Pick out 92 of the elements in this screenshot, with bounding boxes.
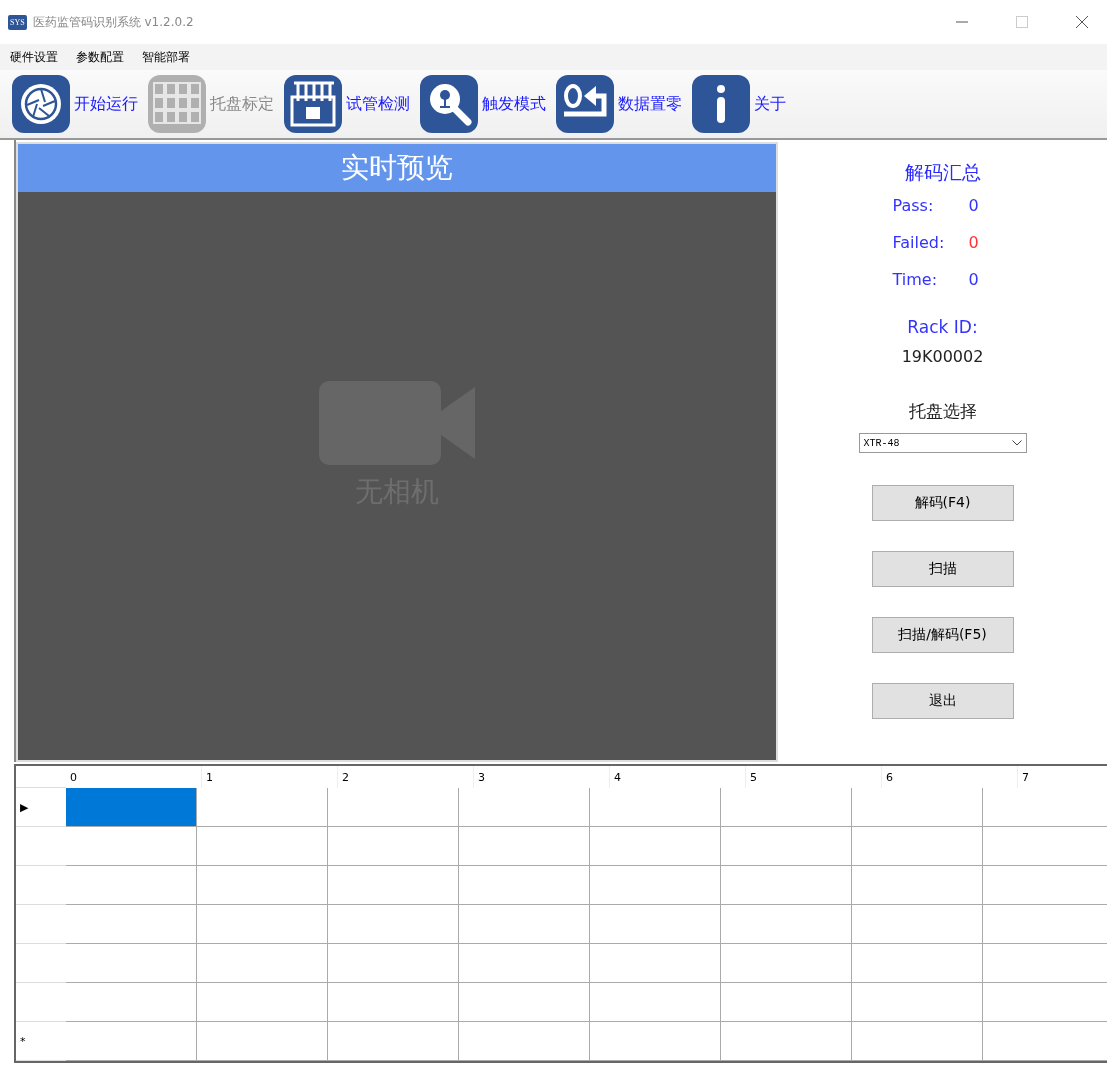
table-cell[interactable] xyxy=(197,983,328,1022)
table-cell[interactable] xyxy=(66,827,197,866)
table-cell[interactable] xyxy=(852,905,983,944)
stat-value: 0 xyxy=(968,233,979,252)
aperture-icon[interactable] xyxy=(12,75,70,133)
table-cell[interactable] xyxy=(66,866,197,905)
info-icon[interactable] xyxy=(692,75,750,133)
toolbar-label[interactable]: 开始运行 xyxy=(74,93,138,115)
menu-item[interactable]: 智能部署 xyxy=(138,46,194,68)
table-cell[interactable] xyxy=(66,944,197,983)
column-header[interactable]: 5 xyxy=(750,770,757,784)
table-cell[interactable] xyxy=(590,827,721,866)
table-cell[interactable] xyxy=(197,788,328,827)
table-cell[interactable] xyxy=(66,1022,197,1061)
action-button[interactable]: 扫描/解码(F5) xyxy=(871,617,1014,653)
table-cell[interactable] xyxy=(590,866,721,905)
action-button[interactable]: 扫描 xyxy=(871,551,1014,587)
tray-select-label: 托盘选择 xyxy=(908,400,977,423)
column-header[interactable]: 7 xyxy=(1022,770,1029,784)
row-marker: * xyxy=(20,1034,26,1048)
toolbar-label[interactable]: 关于 xyxy=(754,93,786,115)
stat-label: Failed: xyxy=(892,233,946,252)
table-cell[interactable] xyxy=(328,944,459,983)
close-icon[interactable] xyxy=(1075,15,1089,29)
dropdown-caret-icon xyxy=(1011,440,1022,446)
app-logo: SYS xyxy=(8,14,27,30)
preview-header: 实时预览 xyxy=(18,144,776,192)
toolbar-label[interactable]: 触发模式 xyxy=(482,93,546,115)
table-cell[interactable] xyxy=(721,1022,852,1061)
stat-value: 0 xyxy=(968,196,979,215)
table-cell[interactable] xyxy=(197,866,328,905)
action-button[interactable]: 退出 xyxy=(871,683,1014,719)
maximize-icon[interactable] xyxy=(1015,15,1029,29)
table-cell[interactable] xyxy=(590,1022,721,1061)
table-cell[interactable] xyxy=(459,827,590,866)
magnifier-icon[interactable] xyxy=(420,75,478,133)
column-header[interactable]: 0 xyxy=(70,770,77,784)
table-cell[interactable] xyxy=(721,866,852,905)
table-cell[interactable] xyxy=(459,1022,590,1061)
table-cell[interactable] xyxy=(197,827,328,866)
column-header[interactable]: 3 xyxy=(478,770,485,784)
rack-id-value: 19K00002 xyxy=(901,347,984,366)
table-cell[interactable] xyxy=(459,983,590,1022)
column-header[interactable]: 6 xyxy=(886,770,893,784)
stat-label: Pass: xyxy=(892,196,935,215)
toolbar-label[interactable]: 数据置零 xyxy=(618,93,682,115)
table-cell[interactable] xyxy=(197,905,328,944)
table-cell[interactable] xyxy=(459,866,590,905)
table-cell[interactable] xyxy=(590,788,721,827)
table-cell[interactable] xyxy=(328,905,459,944)
table-cell[interactable] xyxy=(66,905,197,944)
table-cell[interactable] xyxy=(328,866,459,905)
table-cell[interactable] xyxy=(328,1022,459,1061)
table-cell[interactable] xyxy=(852,827,983,866)
toolbar-label[interactable]: 试管检测 xyxy=(346,93,410,115)
table-cell[interactable] xyxy=(590,983,721,1022)
table-cell[interactable] xyxy=(721,788,852,827)
table-cell[interactable] xyxy=(328,788,459,827)
action-button[interactable]: 解码(F4) xyxy=(871,485,1014,521)
summary-title: 解码汇总 xyxy=(904,160,981,185)
table-cell[interactable] xyxy=(197,1022,328,1061)
column-header[interactable]: 4 xyxy=(614,770,621,784)
table-cell[interactable] xyxy=(66,788,197,827)
table-cell[interactable] xyxy=(66,983,197,1022)
table-cell[interactable] xyxy=(328,827,459,866)
table-cell[interactable] xyxy=(852,866,983,905)
menu-item[interactable]: 硬件设置 xyxy=(6,46,62,68)
window-title: 医药监管码识别系统 v1.2.0.2 xyxy=(32,13,194,31)
table-cell[interactable] xyxy=(721,983,852,1022)
table-cell[interactable] xyxy=(852,788,983,827)
table-cell[interactable] xyxy=(721,944,852,983)
row-marker: ▶ xyxy=(20,800,29,814)
table-cell[interactable] xyxy=(852,1022,983,1061)
test-tubes-icon[interactable] xyxy=(284,75,342,133)
table-cell[interactable] xyxy=(721,827,852,866)
menu-item[interactable]: 参数配置 xyxy=(72,46,128,68)
table-cell[interactable] xyxy=(459,944,590,983)
table-cell[interactable] xyxy=(852,944,983,983)
table-cell[interactable] xyxy=(459,905,590,944)
tray-dropdown[interactable]: XTR-48 xyxy=(858,433,1027,453)
table-cell[interactable] xyxy=(459,788,590,827)
table-cell[interactable] xyxy=(197,944,328,983)
stat-value: 0 xyxy=(968,270,979,289)
table-cell[interactable] xyxy=(590,944,721,983)
table-cell[interactable] xyxy=(721,905,852,944)
table-cell[interactable] xyxy=(328,983,459,1022)
rack-id-label: Rack ID: xyxy=(907,317,978,337)
table-cell[interactable] xyxy=(590,905,721,944)
column-header[interactable]: 1 xyxy=(206,770,213,784)
column-header[interactable]: 2 xyxy=(342,770,349,784)
stat-label: Time: xyxy=(892,270,939,289)
table-cell[interactable] xyxy=(852,983,983,1022)
